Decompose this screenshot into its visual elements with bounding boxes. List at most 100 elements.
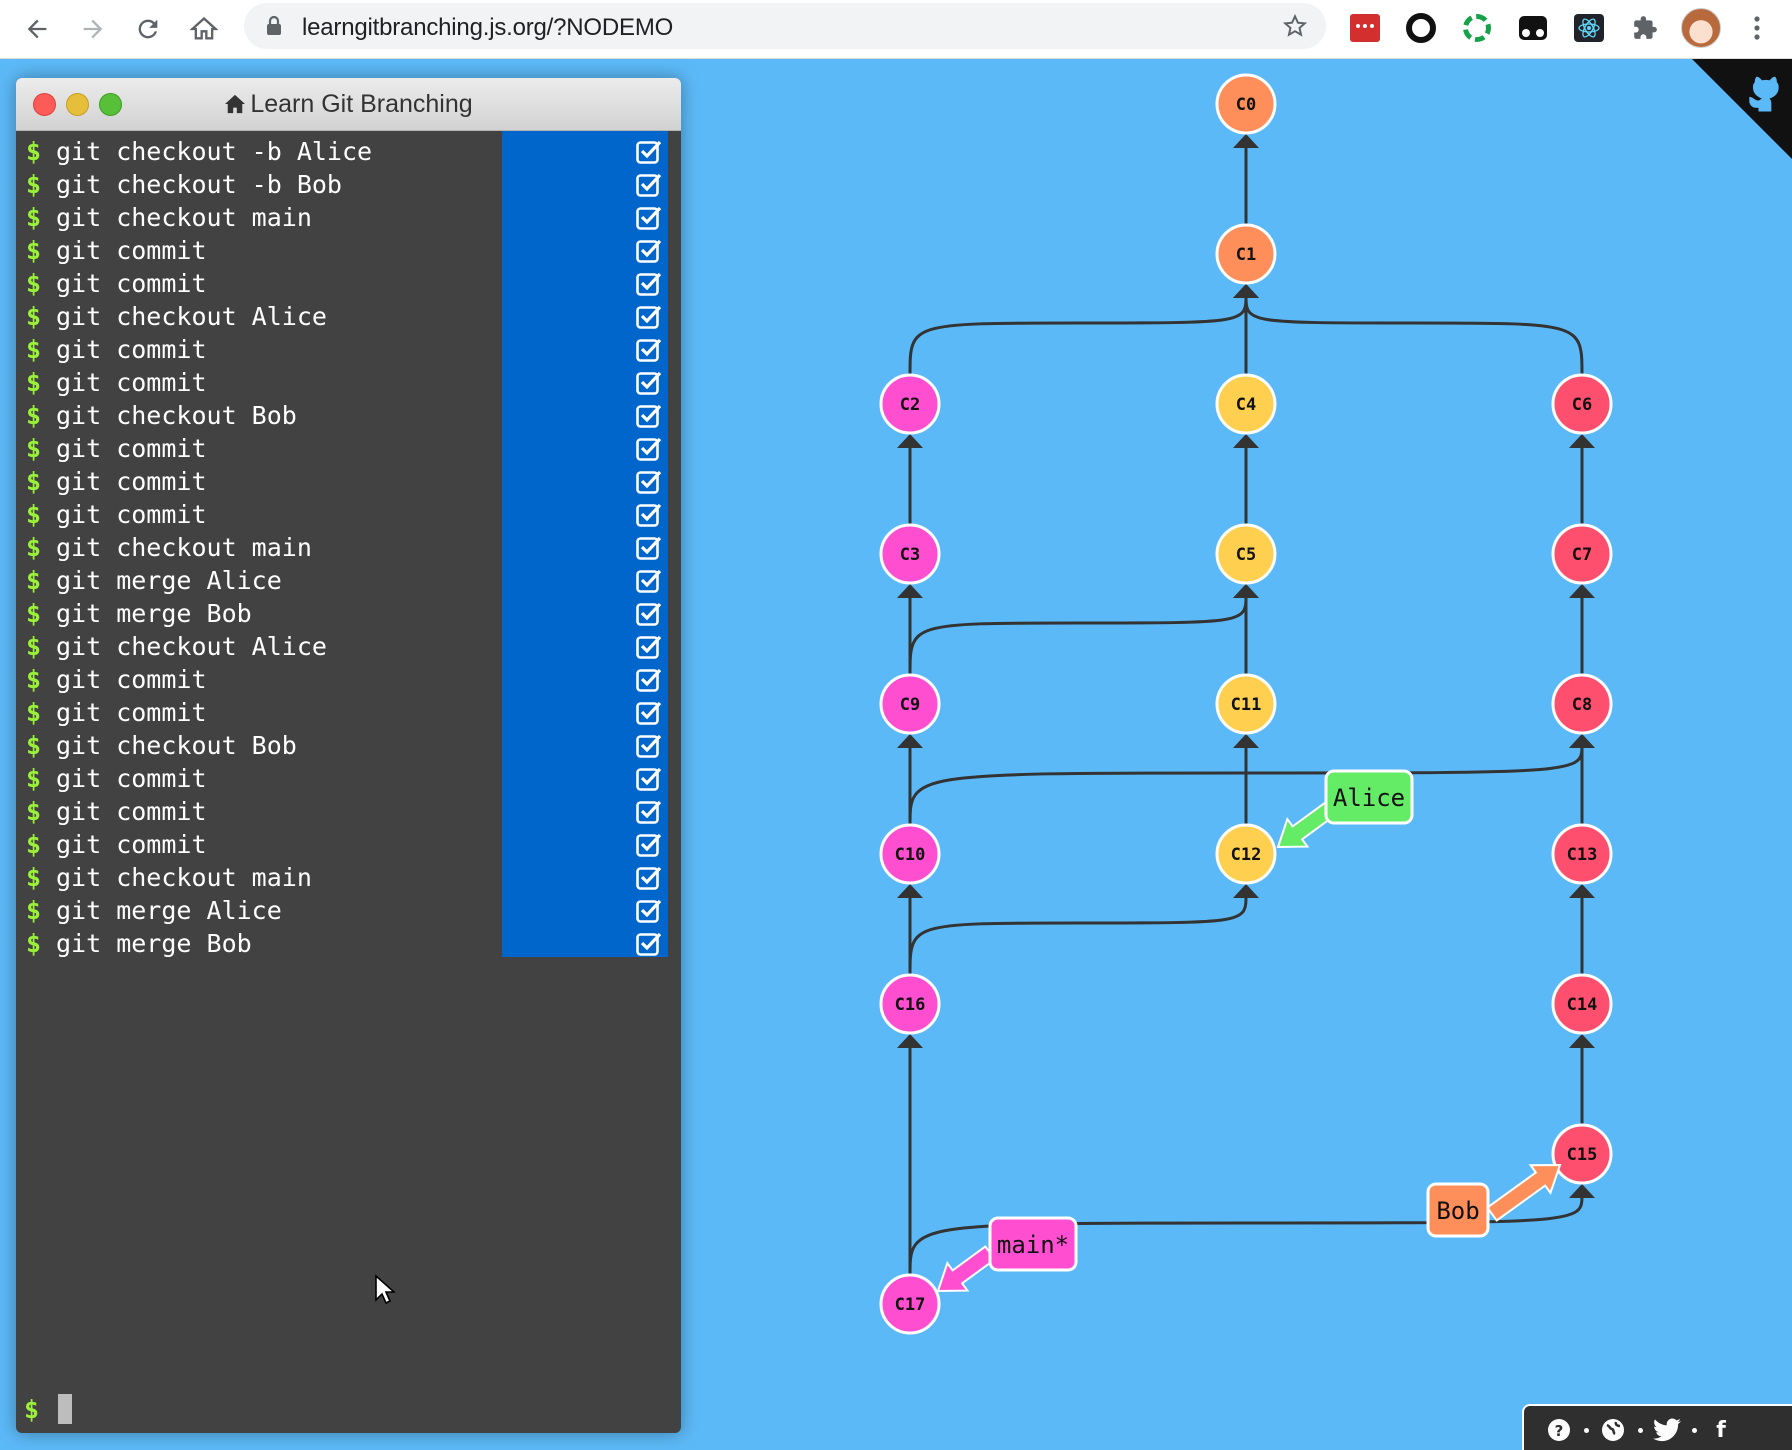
commit-node[interactable]: C4 [1215, 373, 1277, 435]
commit-node[interactable]: C9 [879, 673, 941, 735]
branch-label-alice[interactable]: Alice [1268, 769, 1414, 861]
command-text: git commit [56, 698, 207, 727]
command-row: $ git checkout main [16, 201, 681, 234]
checkbox-checked-icon [636, 404, 662, 428]
lock-icon [267, 15, 281, 35]
svg-text:?: ? [1555, 1422, 1564, 1440]
prompt-symbol: $ [26, 929, 42, 958]
commit-node[interactable]: C1 [1215, 223, 1277, 285]
help-icon[interactable]: ? [1544, 1415, 1574, 1445]
commit-node[interactable]: C12 [1215, 823, 1277, 885]
checkbox-checked-icon [636, 173, 662, 197]
command-text: git checkout -b Bob [56, 170, 342, 199]
command-text: git commit [56, 434, 207, 463]
edge-arrowhead [897, 734, 923, 748]
command-input[interactable] [58, 1394, 72, 1424]
prompt-symbol: $ [26, 896, 42, 925]
prompt-symbol: $ [26, 203, 42, 232]
branch-name: Alice [1333, 784, 1405, 812]
command-text: git checkout main [56, 533, 312, 562]
url-text: learngitbranching.js.org/?NODEMO [302, 14, 674, 41]
commit-node[interactable]: C5 [1215, 523, 1277, 585]
command-row: $ git commit [16, 696, 681, 729]
home-button[interactable] [185, 10, 223, 48]
circle-extension-icon[interactable] [1401, 8, 1441, 48]
twitter-icon[interactable] [1652, 1415, 1682, 1445]
checkbox-checked-icon [636, 734, 662, 758]
gear-extension-icon[interactable] [1457, 8, 1497, 48]
commit-node[interactable]: C10 [879, 823, 941, 885]
checkbox-checked-icon [636, 503, 662, 527]
commit-node[interactable]: C13 [1551, 823, 1613, 885]
commit-label: C15 [1567, 1145, 1598, 1165]
command-row: $ git checkout -b Bob [16, 168, 681, 201]
command-text: git checkout Bob [56, 731, 297, 760]
checkbox-checked-icon [636, 866, 662, 890]
mouse-pointer-icon [375, 1274, 396, 1305]
command-row: $ git checkout Alice [16, 630, 681, 663]
edge-arrowhead [897, 884, 923, 898]
edge-arrowhead [1569, 884, 1595, 898]
facebook-icon[interactable]: f [1706, 1415, 1736, 1445]
commit-node[interactable]: C16 [879, 973, 941, 1035]
password-extension-icon[interactable] [1345, 8, 1385, 48]
checkbox-checked-icon [636, 932, 662, 956]
commit-node[interactable]: C3 [879, 523, 941, 585]
browser-toolbar: learngitbranching.js.org/?NODEMO [0, 0, 1792, 59]
command-row: $ git checkout Alice [16, 300, 681, 333]
edge-arrowhead [1569, 584, 1595, 598]
tampermonkey-icon[interactable] [1513, 8, 1553, 48]
command-row: $ git checkout Bob [16, 729, 681, 762]
github-octocat-icon[interactable] [1742, 73, 1786, 117]
prompt-symbol: $ [26, 236, 42, 265]
branch-label-bob[interactable]: Bob [1426, 1151, 1570, 1238]
commit-label: C11 [1231, 695, 1262, 715]
checkbox-checked-icon [636, 206, 662, 230]
back-button[interactable] [18, 10, 56, 48]
commit-edge [1244, 294, 1584, 376]
arrow-left-icon [27, 19, 47, 39]
forward-button[interactable] [74, 10, 112, 48]
star-icon[interactable] [1282, 13, 1308, 39]
command-text: git checkout Alice [56, 632, 327, 661]
commit-label: C8 [1572, 695, 1592, 715]
terminal-title-text: Learn Git Branching [250, 90, 473, 118]
commit-label: C16 [895, 995, 926, 1015]
edge-arrowhead [897, 584, 923, 598]
prompt-symbol: $ [26, 797, 42, 826]
profile-avatar[interactable] [1681, 8, 1721, 48]
command-row: $ git commit [16, 465, 681, 498]
commit-node[interactable]: C7 [1551, 523, 1613, 585]
menu-kebab-icon[interactable] [1737, 8, 1777, 48]
commit-node[interactable]: C0 [1215, 73, 1277, 135]
commit-node[interactable]: C6 [1551, 373, 1613, 435]
footer-separator [1634, 1424, 1646, 1436]
address-bar[interactable]: learngitbranching.js.org/?NODEMO [244, 3, 1326, 49]
commit-node[interactable]: C15 [1551, 1123, 1613, 1185]
prompt-symbol: $ [26, 335, 42, 364]
command-text: git commit [56, 335, 207, 364]
command-text: git checkout main [56, 863, 312, 892]
extensions-puzzle-icon[interactable] [1625, 8, 1665, 48]
commit-node[interactable]: C14 [1551, 973, 1613, 1035]
command-text: git commit [56, 830, 207, 859]
globe-icon[interactable] [1598, 1415, 1628, 1445]
edge-arrowhead [1569, 434, 1595, 448]
edge-arrowhead [897, 1034, 923, 1048]
commit-label: C9 [900, 695, 920, 715]
command-text: git merge Alice [56, 896, 282, 925]
commit-node[interactable]: C2 [879, 373, 941, 435]
commit-node[interactable]: C11 [1215, 673, 1277, 735]
prompt-symbol: $ [24, 1395, 40, 1424]
prompt-symbol: $ [26, 632, 42, 661]
terminal-title: Learn Git Branching [16, 90, 681, 119]
checkbox-checked-icon [636, 470, 662, 494]
commit-node[interactable]: C8 [1551, 673, 1613, 735]
reload-button[interactable] [129, 10, 167, 48]
command-text: git commit [56, 467, 207, 496]
commit-node[interactable]: C17 [879, 1273, 941, 1335]
home-icon [225, 94, 246, 114]
commit-label: C2 [900, 395, 920, 415]
react-devtools-icon[interactable] [1569, 8, 1609, 48]
edge-arrowhead [1233, 734, 1259, 748]
